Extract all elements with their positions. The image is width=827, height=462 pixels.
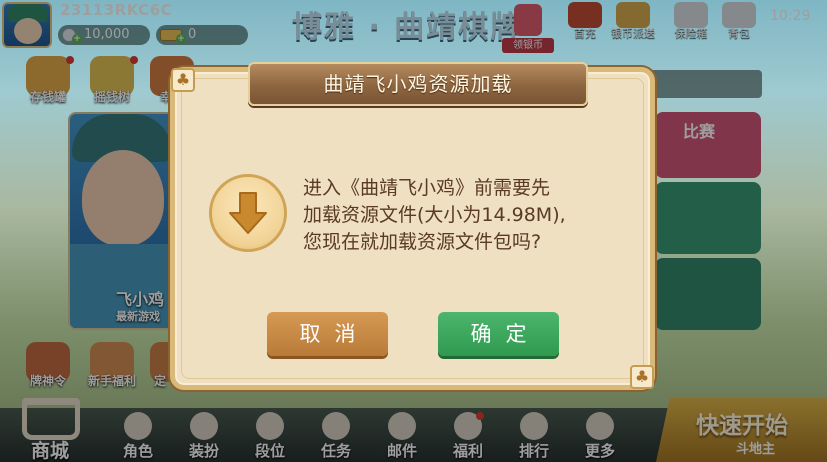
mahjong-tile[interactable] [655,258,761,330]
club-suit-icon: ♣ [630,365,654,389]
app-title: 博雅 · 曲靖棋牌 [292,10,523,45]
tournament-label: 比赛 [683,122,716,141]
avatar-face [14,18,42,44]
avatar[interactable] [2,2,52,48]
dialog-title: 曲靖飞小鸡资源加载 [323,72,513,96]
backpack-label: 背包 [728,27,750,40]
piggy-bank-label[interactable]: 存钱罐 [18,88,78,105]
quick-start-button[interactable]: 快速开始 斗地主 [656,398,827,462]
person-icon [124,412,152,440]
club-suit-icon: ♣ [171,68,195,92]
nav-ranking[interactable]: 排行 [508,410,560,462]
dialog-title-ribbon: 曲靖飞小鸡资源加载 [248,62,588,106]
gold-balance[interactable]: + 0 [156,25,248,45]
add-gold-icon[interactable]: + [176,34,186,44]
shop-label: 商城 [30,440,69,462]
nav-tasks-label: 任务 [320,442,351,460]
top-bar: 23113RKC6C + 10,000 + 0 博雅 · 曲靖棋牌 领银币 首充… [0,0,827,53]
download-icon [209,174,287,252]
silver-balance-value: 10,000 [84,27,130,42]
money-tree-label[interactable]: 摇钱树 [82,88,142,105]
confirm-button[interactable]: 确定 [438,312,559,356]
silver-balance[interactable]: + 10,000 [58,25,150,45]
nav-role-label: 角色 [122,442,153,460]
nav-tasks[interactable]: 任务 [310,410,362,462]
shopping-cart-icon [22,398,80,440]
add-silver-icon[interactable]: + [72,34,82,44]
dialog-message-line: 您现在就加载资源文件包吗? [303,231,542,253]
resource-load-dialog: ♣ ♣ 曲靖飞小鸡资源加载 进入《曲靖飞小鸡》前需要先 加载资源文件(大小为14… [170,62,655,390]
clock: 10:29 [770,8,811,24]
dialog-message-line: 加载资源文件(大小为14.98M), [303,204,566,226]
rank-icon [256,412,284,440]
more-icon [586,412,614,440]
nav-mail-label: 邮件 [386,442,417,460]
nav-mail[interactable]: 邮件 [376,410,428,462]
silver-dispatch-label: 银币派送 [611,27,655,40]
nav-outfit-label: 装扮 [188,442,219,460]
claim-silver-label[interactable]: 领银币 [502,38,554,53]
nav-outfit[interactable]: 装扮 [178,410,230,462]
character-face [82,150,164,246]
dialog-message: 进入《曲靖飞小鸡》前需要先 加载资源文件(大小为14.98M), 您现在就加载资… [303,175,633,256]
cancel-button[interactable]: 取消 [267,312,388,356]
player-id: 23113RKC6C [60,1,173,19]
banner-title: 飞小鸡 [116,290,165,309]
notification-dot [476,412,484,420]
notification-dot [66,56,74,64]
nav-ranking-label: 排行 [518,442,549,460]
task-icon [322,412,350,440]
shop-button[interactable]: 商城 [8,398,92,462]
card-god-label[interactable]: 牌神令 [18,372,78,389]
nav-welfare-label: 福利 [452,442,483,460]
banner-subtitle: 最新游戏 [116,310,160,323]
card-game-tile[interactable] [655,182,761,254]
nav-more[interactable]: 更多 [574,410,626,462]
nav-role[interactable]: 角色 [112,410,164,462]
notification-dot [130,56,138,64]
nav-rank-label: 段位 [254,442,285,460]
mail-icon [388,412,416,440]
claim-silver-gift-icon[interactable] [514,4,542,36]
nav-rank[interactable]: 段位 [244,410,296,462]
nav-welfare[interactable]: 福利 [442,410,494,462]
tournament-tile[interactable]: 比赛 [655,112,761,178]
download-arrow-icon [229,192,267,234]
gold-balance-value: 0 [188,27,197,42]
quick-start-label: 快速开始 [696,413,788,439]
quick-start-subtitle: 斗地主 [736,442,776,457]
shirt-icon [190,412,218,440]
dialog-message-line: 进入《曲靖飞小鸡》前需要先 [303,177,551,199]
nav-more-label: 更多 [584,442,615,460]
ranking-icon [520,412,548,440]
